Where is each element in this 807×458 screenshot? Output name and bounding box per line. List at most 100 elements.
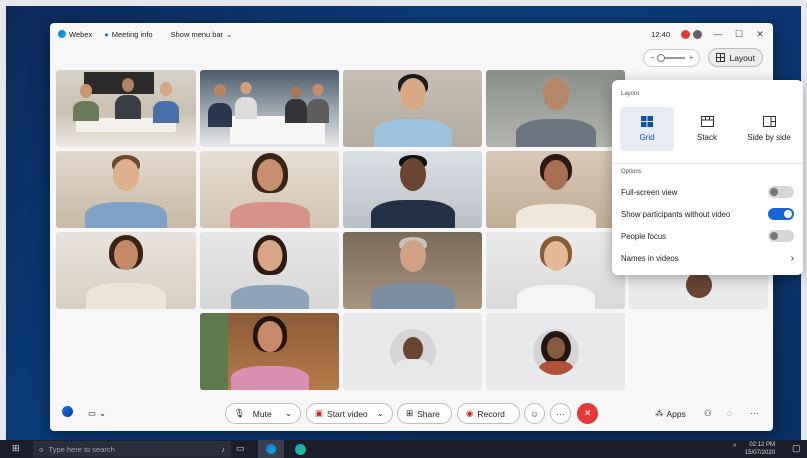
zoom-in-icon[interactable]: +: [689, 53, 694, 62]
video-tile[interactable]: [486, 232, 625, 309]
layout-option-label: Stack: [696, 133, 717, 142]
minimize-icon[interactable]: —: [713, 29, 723, 39]
option-label: Full-screen view: [621, 187, 678, 197]
zoom-slider-knob[interactable]: [656, 53, 665, 62]
chevron-down-icon[interactable]: ⌄: [285, 408, 292, 419]
mute-button[interactable]: 🎙 Mute ⌄: [225, 403, 301, 424]
microphone-icon[interactable]: ♪: [221, 445, 225, 454]
video-tile[interactable]: [200, 313, 339, 390]
user-avatar[interactable]: [693, 29, 702, 39]
zoom-control[interactable]: − +: [643, 48, 701, 67]
show-participants-toggle[interactable]: [768, 208, 794, 220]
mute-label: Mute: [252, 408, 272, 419]
option-label: Show participants without video: [621, 209, 731, 219]
video-tile[interactable]: [56, 151, 196, 228]
show-menu-bar-button[interactable]: Show menu bar ⌄: [171, 30, 233, 39]
maximize-icon[interactable]: ☐: [734, 29, 744, 40]
record-button[interactable]: ◉ Record: [457, 403, 520, 424]
chevron-down-icon: ⌄: [226, 29, 233, 39]
side-by-side-icon: [762, 116, 776, 127]
recording-indicator-icon: [681, 29, 690, 39]
windows-taskbar: ⊞ ○ Type here to search ♪ ▭ ^ 02:12 PM 1…: [0, 440, 807, 458]
webex-assistant-icon[interactable]: [62, 406, 73, 417]
video-tile[interactable]: [343, 70, 482, 147]
apps-button[interactable]: ⁂ Apps: [655, 408, 686, 419]
more-icon[interactable]: ···: [750, 408, 759, 418]
show-menu-bar-label: Show menu bar: [170, 29, 224, 39]
system-clock[interactable]: 02:12 PM 15/07/2020: [745, 441, 775, 457]
taskbar-search-box[interactable]: ○ Type here to search ♪: [33, 441, 231, 457]
record-label: Record: [477, 408, 505, 419]
layout-button[interactable]: Layout: [708, 48, 763, 67]
share-button[interactable]: ⊞ Share: [397, 403, 452, 424]
video-tile[interactable]: [486, 151, 625, 228]
task-view-icon[interactable]: ▭: [236, 443, 245, 454]
option-names-in-videos[interactable]: Names in videos ›: [621, 253, 794, 264]
meeting-time: 12:40: [651, 29, 670, 39]
people-focus-toggle[interactable]: [768, 230, 794, 242]
captions-button[interactable]: ▭ ⌄: [88, 408, 106, 419]
layout-menu-panel: Layout Grid Stack Side by side Options F…: [612, 80, 803, 275]
video-tile[interactable]: [343, 151, 482, 228]
app-name: Webex: [69, 29, 93, 39]
divider: [612, 163, 803, 164]
chevron-down-icon: ⌄: [99, 408, 107, 418]
zoom-out-icon[interactable]: −: [650, 53, 655, 62]
share-icon: ⊞: [406, 408, 414, 418]
participant-avatar: [389, 328, 436, 375]
meeting-info-label: Meeting info: [111, 29, 153, 39]
video-tile[interactable]: [200, 232, 339, 309]
reactions-button[interactable]: ☺: [524, 403, 545, 424]
full-screen-toggle[interactable]: [768, 186, 794, 198]
apps-label: Apps: [666, 408, 686, 419]
option-people-focus[interactable]: People focus: [621, 230, 794, 242]
grid-icon: [641, 116, 653, 127]
ellipsis-icon: ···: [556, 408, 565, 419]
video-tile[interactable]: [343, 232, 482, 309]
video-tile[interactable]: [200, 151, 339, 228]
layout-option-grid[interactable]: Grid: [620, 107, 674, 151]
layout-option-side-by-side[interactable]: Side by side: [740, 107, 798, 151]
info-icon: ●: [104, 29, 109, 39]
video-tile[interactable]: [56, 232, 196, 309]
leave-meeting-button[interactable]: ✕: [577, 403, 598, 424]
participant-avatar-tile[interactable]: [343, 313, 482, 390]
window-frame-top: [0, 0, 807, 6]
option-show-participants-without-video[interactable]: Show participants without video: [621, 208, 794, 220]
video-tile[interactable]: [200, 70, 339, 147]
participant-avatar-tile[interactable]: [486, 313, 625, 390]
stack-icon: [700, 116, 714, 127]
cortana-icon: ○: [39, 444, 44, 454]
option-full-screen-view[interactable]: Full-screen view: [621, 186, 794, 198]
webex-menu[interactable]: Webex: [58, 30, 92, 39]
video-tile[interactable]: [486, 70, 625, 147]
captions-icon: ▭: [88, 408, 97, 418]
close-icon[interactable]: ✕: [755, 29, 765, 40]
layout-icon: [716, 53, 726, 62]
meeting-controls-bar: ▭ ⌄ 🎙 Mute ⌄ ▣ Start video ⌄ ⊞ Share ◉ R…: [50, 396, 773, 431]
chevron-down-icon[interactable]: ⌄: [377, 408, 384, 419]
option-label: Names in videos: [621, 254, 679, 263]
notification-icon[interactable]: ▢: [792, 443, 801, 454]
taskbar-search-placeholder: Type here to search: [48, 444, 115, 454]
windows-start-icon[interactable]: ⊞: [12, 443, 20, 454]
apps-icon: ⁂: [655, 408, 664, 418]
layout-option-stack[interactable]: Stack: [680, 107, 734, 151]
edge-browser-icon[interactable]: [295, 444, 306, 455]
zoom-slider[interactable]: [656, 53, 685, 62]
close-icon: ✕: [583, 408, 592, 418]
smiley-icon: ☺: [529, 408, 540, 419]
layout-label: Layout: [729, 52, 755, 63]
start-video-button[interactable]: ▣ Start video ⌄: [306, 403, 393, 424]
chat-icon[interactable]: ◌: [727, 408, 732, 418]
participant-avatar: [532, 328, 579, 375]
webex-taskbar-button[interactable]: [258, 440, 284, 458]
clock-date: 15/07/2020: [744, 450, 775, 456]
video-tile[interactable]: [56, 70, 196, 147]
chevron-up-icon[interactable]: ^: [733, 444, 736, 451]
more-options-button[interactable]: ···: [550, 403, 571, 424]
layout-option-label: Side by side: [747, 133, 791, 142]
participants-icon[interactable]: ⚇: [704, 408, 712, 419]
clock-time: 02:12 PM: [749, 442, 775, 448]
meeting-info-button[interactable]: ● Meeting info: [104, 30, 152, 39]
